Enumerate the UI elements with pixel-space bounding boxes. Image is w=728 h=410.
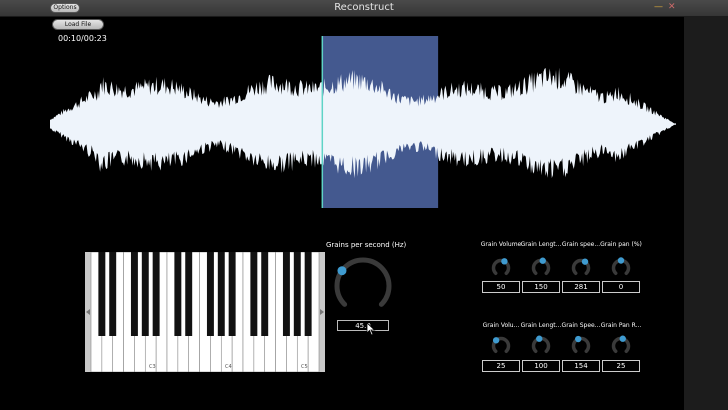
knob-indicator[interactable]	[501, 258, 508, 265]
black-key[interactable]	[282, 252, 290, 336]
window-title: Reconstruct	[334, 2, 394, 13]
black-key[interactable]	[293, 252, 301, 336]
octave-label: C5	[301, 364, 308, 370]
close-icon[interactable]: ✕	[668, 2, 676, 12]
grain-knob-label: Grain Pan R...	[600, 322, 642, 329]
black-key[interactable]	[304, 252, 312, 336]
black-key[interactable]	[174, 252, 182, 336]
waveform	[50, 67, 676, 179]
grain-knob[interactable]	[529, 256, 553, 278]
octave-label: C4	[225, 364, 232, 370]
black-key[interactable]	[206, 252, 214, 336]
mouse-cursor-icon	[366, 322, 376, 336]
grain-knob-value[interactable]: 25	[482, 360, 520, 372]
grain-knob-value[interactable]: 25	[602, 360, 640, 372]
black-key[interactable]	[130, 252, 138, 336]
grain-knob-label: Grain pan (%)	[600, 241, 642, 248]
knob-indicator[interactable]	[536, 335, 543, 342]
black-key[interactable]	[109, 252, 117, 336]
grain-knob[interactable]	[489, 256, 513, 278]
grains-per-second-value[interactable]: 45.0	[337, 320, 389, 331]
black-key[interactable]	[261, 252, 269, 336]
grain-knob-value[interactable]: 150	[522, 281, 560, 293]
grain-knob[interactable]	[609, 334, 633, 356]
grains-per-second-label: Grains per second (Hz)	[326, 241, 407, 249]
grain-knob[interactable]	[529, 334, 553, 356]
knob-indicator[interactable]	[539, 257, 546, 264]
knob-indicator[interactable]	[492, 337, 500, 344]
black-key[interactable]	[141, 252, 149, 336]
grain-knob[interactable]	[569, 256, 593, 278]
knob-indicator[interactable]	[619, 335, 626, 342]
grain-knob[interactable]	[609, 256, 633, 278]
black-key[interactable]	[98, 252, 106, 336]
grain-knob-value[interactable]: 50	[482, 281, 520, 293]
black-key[interactable]	[228, 252, 236, 336]
knob-indicator[interactable]	[575, 335, 582, 343]
minimize-icon[interactable]: —	[654, 2, 663, 12]
grains-per-second-knob[interactable]	[330, 254, 396, 318]
options-button[interactable]: Options	[50, 3, 80, 13]
black-key[interactable]	[152, 252, 160, 336]
black-key[interactable]	[185, 252, 193, 336]
knob-indicator[interactable]	[337, 266, 347, 276]
grain-knob-value[interactable]: 0	[602, 281, 640, 293]
black-key[interactable]	[250, 252, 258, 336]
grain-knob[interactable]	[569, 334, 593, 356]
piano-keyboard[interactable]: C3 C4 C5	[85, 252, 325, 372]
load-file-button[interactable]: Load File	[52, 19, 104, 30]
grain-knob-value[interactable]: 100	[522, 360, 560, 372]
knob-indicator[interactable]	[581, 258, 589, 265]
grain-knob-value[interactable]: 281	[562, 281, 600, 293]
grain-knob-value[interactable]: 154	[562, 360, 600, 372]
black-key[interactable]	[217, 252, 225, 336]
knob-indicator[interactable]	[617, 257, 625, 264]
grain-knob[interactable]	[489, 334, 513, 356]
right-panel	[684, 16, 728, 410]
waveform-display[interactable]	[50, 36, 676, 208]
octave-label: C3	[149, 364, 156, 370]
